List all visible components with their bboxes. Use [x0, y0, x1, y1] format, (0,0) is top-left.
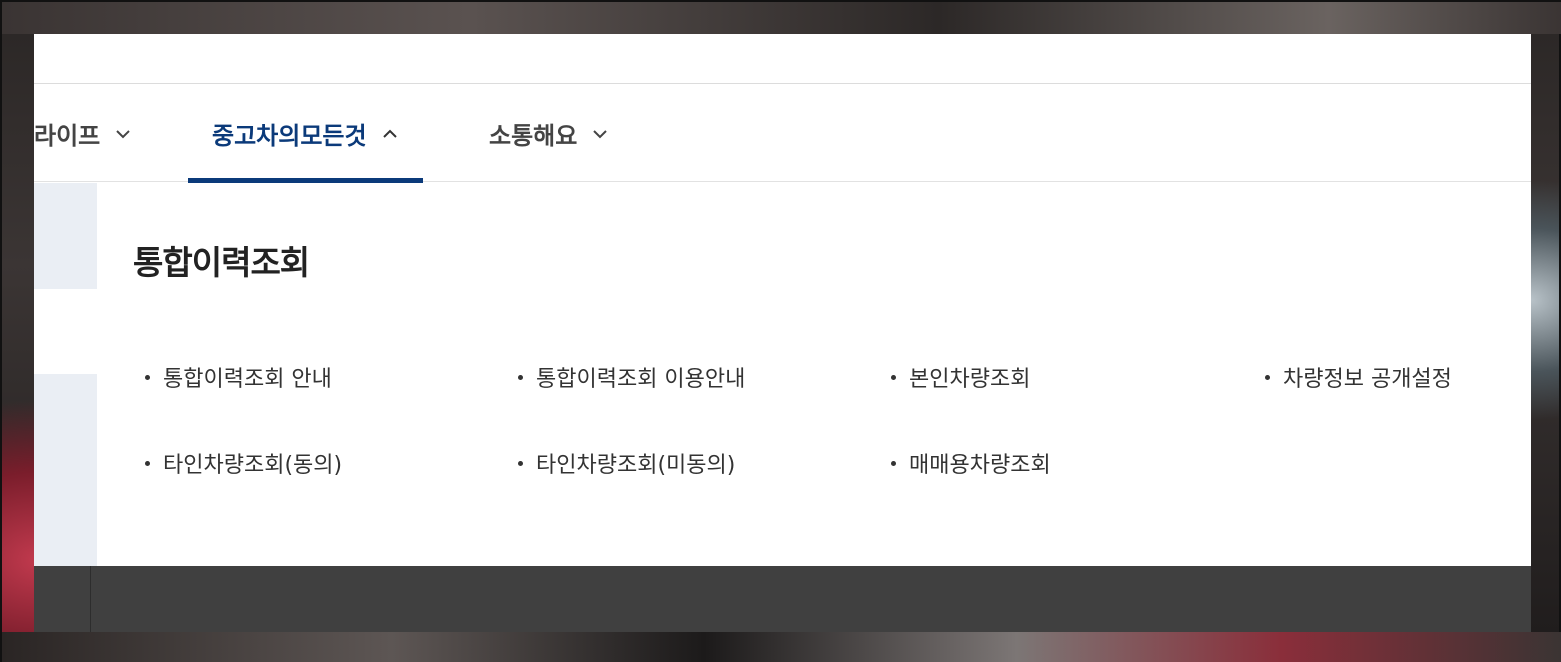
top-utility-bar: [34, 34, 1531, 84]
nav-item-life[interactable]: 라이프: [34, 85, 132, 182]
background-photo-bottom: [2, 632, 1561, 662]
submenu-link-disclosure-settings[interactable]: 차량정보 공개설정: [1265, 361, 1452, 393]
submenu-link-trade-vehicle[interactable]: 매매용차량조회: [891, 447, 1051, 479]
bullet-icon: [518, 374, 523, 380]
submenu-link-history-usage[interactable]: 통합이력조회 이용안내: [518, 361, 745, 393]
bullet-icon: [891, 374, 896, 380]
submenu-link-other-consent[interactable]: 타인차량조회(동의): [145, 447, 342, 479]
footer-bar: [34, 566, 1531, 632]
chevron-up-icon: [382, 129, 397, 138]
side-category-block: [34, 374, 97, 566]
footer-divider: [90, 566, 91, 632]
mega-menu-panel: 라이프 중고차의모든것 소통해요 통합이력조회 통합이력조회 안내 통합이력조회…: [34, 34, 1531, 632]
submenu-title: 통합이력조회: [133, 243, 310, 282]
nav-item-used-car[interactable]: 중고차의모든것: [188, 85, 423, 183]
chevron-down-icon: [593, 129, 608, 138]
nav-item-label: 중고차의모든것: [212, 122, 367, 150]
submenu-link-history-guide[interactable]: 통합이력조회 안내: [145, 361, 332, 393]
bullet-icon: [891, 460, 896, 466]
bullet-icon: [1265, 374, 1270, 380]
submenu-link-other-no-consent[interactable]: 타인차량조회(미동의): [518, 447, 735, 479]
main-navigation: 라이프 중고차의모든것 소통해요: [34, 85, 1531, 183]
background-photo-top: [2, 2, 1561, 34]
submenu-link-own-vehicle[interactable]: 본인차량조회: [891, 361, 1030, 393]
nav-item-community[interactable]: 소통해요: [489, 85, 609, 182]
bullet-icon: [518, 460, 523, 466]
nav-item-label: 라이프: [34, 122, 101, 150]
chevron-down-icon: [116, 129, 130, 138]
bullet-icon: [145, 460, 150, 466]
nav-item-label: 소통해요: [489, 122, 578, 150]
bullet-icon: [145, 374, 150, 380]
side-category-block: [34, 183, 97, 289]
